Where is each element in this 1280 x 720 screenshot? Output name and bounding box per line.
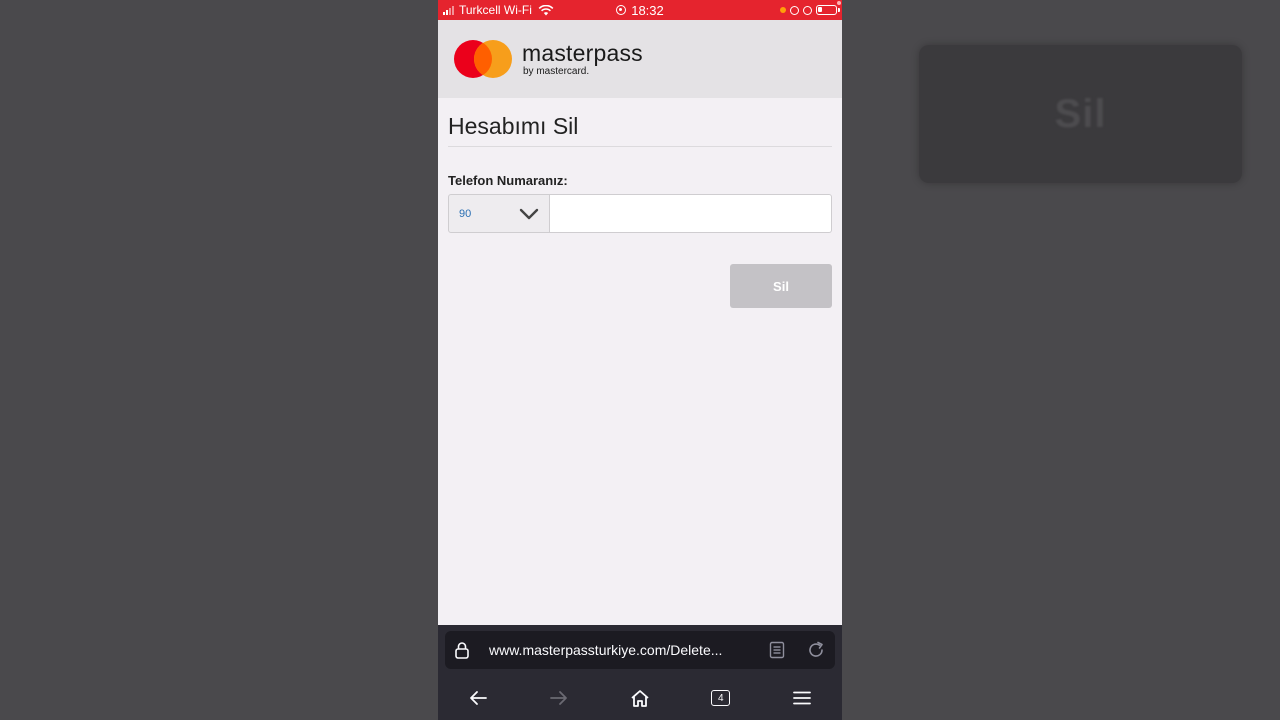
- back-button[interactable]: [458, 683, 498, 713]
- status-time: 18:32: [631, 2, 664, 18]
- phone-screen: Turkcell Wi-Fi 18:32 masterpass by maste…: [438, 0, 842, 720]
- orientation-lock-icon: [616, 5, 627, 15]
- phone-number-input[interactable]: [550, 194, 832, 233]
- wifi-icon: [538, 4, 554, 15]
- alarm-icon: [803, 5, 812, 15]
- reload-icon[interactable]: [807, 641, 825, 659]
- home-icon: [631, 689, 649, 707]
- brand-subtitle: by mastercard.: [523, 65, 590, 77]
- battery-icon: [816, 5, 840, 15]
- menu-button[interactable]: [782, 683, 822, 713]
- phone-label: Telefon Numaranız:: [448, 173, 568, 188]
- reader-mode-icon[interactable]: [769, 641, 785, 659]
- hamburger-menu-icon: [792, 691, 811, 705]
- home-button[interactable]: [620, 683, 660, 713]
- chevron-down-icon: [519, 208, 539, 220]
- carrier-name: Turkcell Wi-Fi: [459, 3, 532, 17]
- background-zoom-label: Sil: [1054, 91, 1107, 136]
- mastercard-logo-icon[interactable]: [454, 40, 512, 78]
- url-text[interactable]: www.masterpassturkiye.com/Delete...: [489, 642, 769, 658]
- action-row: Sil: [448, 264, 832, 308]
- status-bar: Turkcell Wi-Fi 18:32: [438, 0, 842, 20]
- arrow-right-icon: [550, 691, 568, 705]
- recording-dot-icon: [837, 1, 841, 5]
- location-icon: [790, 5, 799, 15]
- signal-icon: [443, 5, 454, 15]
- lock-icon: [455, 642, 469, 659]
- brand-name: masterpass: [522, 39, 643, 66]
- arrow-left-icon: [470, 691, 488, 705]
- browser-toolbar: www.masterpassturkiye.com/Delete... 4: [438, 625, 842, 720]
- tabs-button[interactable]: 4: [701, 683, 741, 713]
- page-title: Hesabımı Sil: [448, 113, 579, 139]
- delete-button[interactable]: Sil: [730, 264, 832, 308]
- tabs-count: 4: [711, 690, 731, 706]
- phone-field-row: 90: [448, 194, 832, 233]
- country-code-select[interactable]: 90: [448, 194, 550, 233]
- title-divider: [448, 146, 832, 147]
- nav-toolbar: 4: [438, 683, 842, 713]
- mic-indicator-icon: [780, 7, 786, 13]
- site-header: masterpass by mastercard.: [438, 20, 842, 98]
- brand-wordmark[interactable]: masterpass by mastercard.: [522, 39, 643, 77]
- country-code-value: 90: [459, 207, 472, 220]
- main-content: Hesabımı Sil Telefon Numaranız: 90 Sil: [438, 113, 842, 308]
- url-bar[interactable]: www.masterpassturkiye.com/Delete...: [445, 631, 835, 669]
- background-zoom-card: Sil: [919, 45, 1242, 183]
- forward-button[interactable]: [539, 683, 579, 713]
